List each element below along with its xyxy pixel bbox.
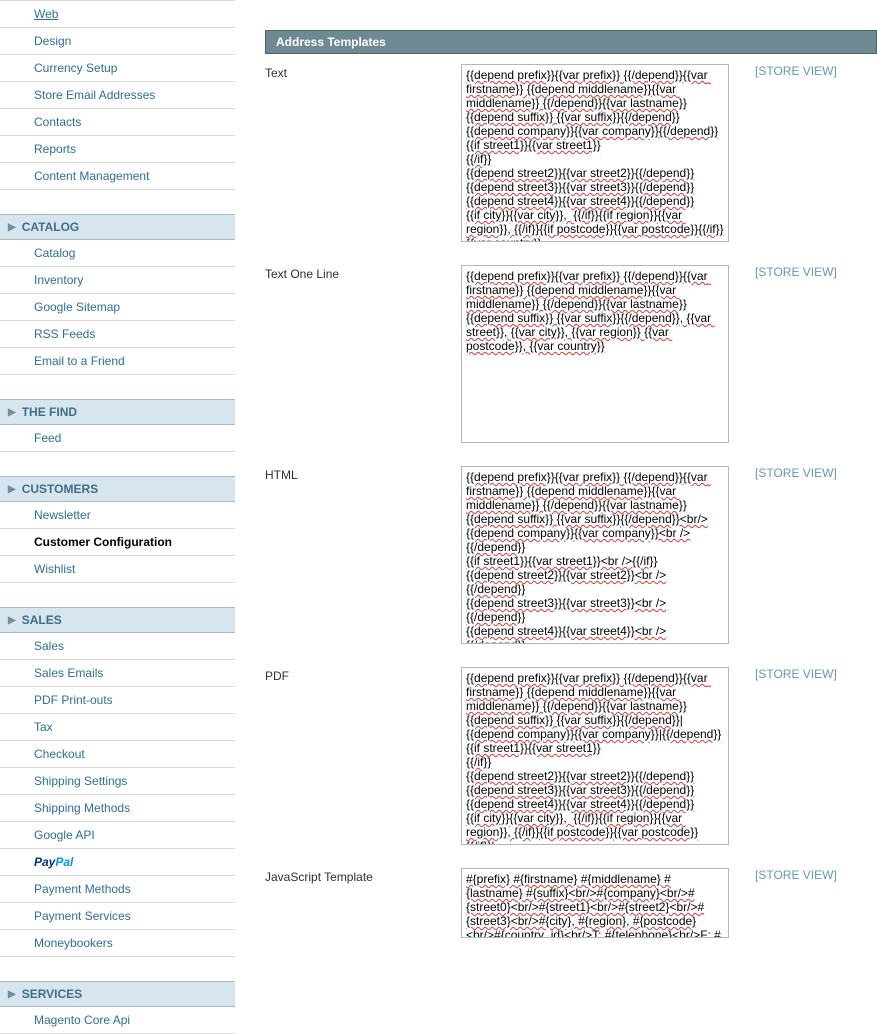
sidebar-heading-catalog[interactable]: ▶ CATALOG — [0, 214, 235, 240]
sidebar-heading-label: SALES — [22, 613, 62, 627]
sidebar-item-customer-configuration[interactable]: Customer Configuration — [0, 529, 235, 556]
sidebar-heading-services[interactable]: ▶ SERVICES — [0, 981, 235, 1007]
sidebar-heading-thefind[interactable]: ▶ THE FIND — [0, 399, 235, 425]
sidebar-heading-sales[interactable]: ▶ SALES — [0, 607, 235, 633]
field-label: HTML — [265, 466, 461, 647]
field-label: JavaScript Template — [265, 868, 461, 941]
scope-label: [STORE VIEW] — [739, 265, 877, 446]
sidebar-item-paypal[interactable]: PayPal — [0, 849, 235, 876]
sidebar-item-contacts[interactable]: Contacts — [0, 109, 235, 136]
sidebar-item-store-email[interactable]: Store Email Addresses — [0, 82, 235, 109]
chevron-right-icon: ▶ — [8, 989, 16, 1000]
sidebar-item-moneybookers[interactable]: Moneybookers — [0, 930, 235, 957]
sidebar-item-rss-feeds[interactable]: RSS Feeds — [0, 321, 235, 348]
textarea-html-template[interactable] — [461, 466, 729, 644]
sidebar-item-design[interactable]: Design — [0, 28, 235, 55]
sidebar-item-web[interactable]: Web — [0, 0, 235, 28]
field-label: Text One Line — [265, 265, 461, 446]
field-row-text: Text [STORE VIEW] — [265, 54, 877, 255]
textarea-text-template[interactable] — [461, 64, 729, 242]
sidebar-item-payment-services[interactable]: Payment Services — [0, 903, 235, 930]
sidebar-item-payment-methods[interactable]: Payment Methods — [0, 876, 235, 903]
sidebar-item-content-management[interactable]: Content Management — [0, 163, 235, 190]
sidebar-item-google-sitemap[interactable]: Google Sitemap — [0, 294, 235, 321]
sidebar-item-shipping-settings[interactable]: Shipping Settings — [0, 768, 235, 795]
scope-label: [STORE VIEW] — [739, 466, 877, 647]
sidebar-item-tax[interactable]: Tax — [0, 714, 235, 741]
sidebar-item-newsletter[interactable]: Newsletter — [0, 502, 235, 529]
sidebar-item-email-to-friend[interactable]: Email to a Friend — [0, 348, 235, 375]
chevron-right-icon: ▶ — [8, 222, 16, 233]
sidebar-heading-customers[interactable]: ▶ CUSTOMERS — [0, 476, 235, 502]
sidebar-item-catalog[interactable]: Catalog — [0, 240, 235, 267]
scope-label: [STORE VIEW] — [739, 64, 877, 245]
chevron-right-icon: ▶ — [8, 615, 16, 626]
sidebar-item-pdf-printouts[interactable]: PDF Print-outs — [0, 687, 235, 714]
section-header-address-templates[interactable]: Address Templates — [265, 30, 877, 54]
sidebar-item-sales[interactable]: Sales — [0, 633, 235, 660]
scope-label: [STORE VIEW] — [739, 667, 877, 848]
field-row-js-template: JavaScript Template [STORE VIEW] — [265, 858, 877, 951]
sidebar-heading-label: CATALOG — [22, 220, 80, 234]
field-label: PDF — [265, 667, 461, 848]
sidebar-item-sales-emails[interactable]: Sales Emails — [0, 660, 235, 687]
chevron-right-icon: ▶ — [8, 407, 16, 418]
textarea-js-template[interactable] — [461, 868, 729, 938]
field-row-text-one-line: Text One Line [STORE VIEW] — [265, 255, 877, 456]
textarea-text-one-line-template[interactable] — [461, 265, 729, 443]
sidebar-heading-label: CUSTOMERS — [22, 482, 98, 496]
sidebar: Web Design Currency Setup Store Email Ad… — [0, 0, 235, 1034]
sidebar-item-magento-core-api[interactable]: Magento Core Api — [0, 1007, 235, 1034]
scope-label: [STORE VIEW] — [739, 868, 877, 941]
sidebar-heading-label: SERVICES — [22, 987, 82, 1001]
chevron-right-icon: ▶ — [8, 484, 16, 495]
field-label: Text — [265, 64, 461, 245]
sidebar-item-wishlist[interactable]: Wishlist — [0, 556, 235, 583]
sidebar-heading-label: THE FIND — [22, 405, 77, 419]
main-content: Address Templates Text [STORE VIEW] Text… — [235, 0, 877, 1034]
sidebar-item-feed[interactable]: Feed — [0, 425, 235, 452]
sidebar-item-reports[interactable]: Reports — [0, 136, 235, 163]
sidebar-item-shipping-methods[interactable]: Shipping Methods — [0, 795, 235, 822]
textarea-pdf-template[interactable] — [461, 667, 729, 845]
field-row-pdf: PDF [STORE VIEW] — [265, 657, 877, 858]
sidebar-item-google-api[interactable]: Google API — [0, 822, 235, 849]
sidebar-item-checkout[interactable]: Checkout — [0, 741, 235, 768]
sidebar-item-inventory[interactable]: Inventory — [0, 267, 235, 294]
sidebar-item-currency-setup[interactable]: Currency Setup — [0, 55, 235, 82]
field-row-html: HTML [STORE VIEW] — [265, 456, 877, 657]
